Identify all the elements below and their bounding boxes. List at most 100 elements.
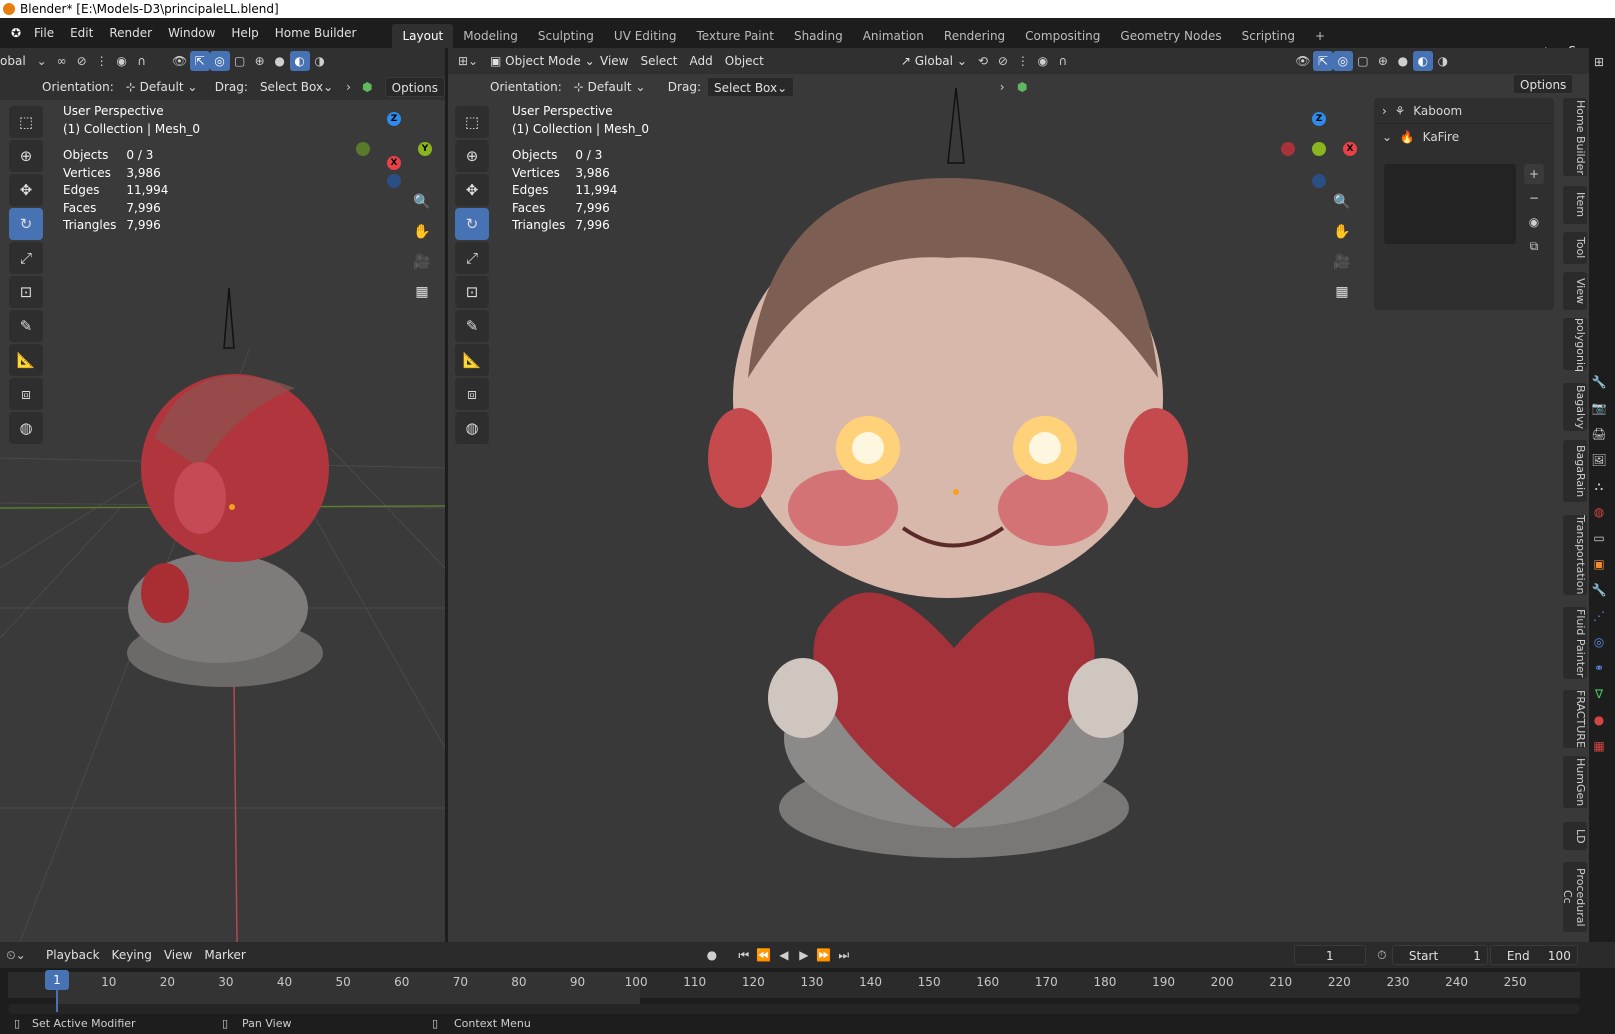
left-axis-gizmo[interactable]: X Y Z (350, 104, 440, 194)
timeline-menu-marker[interactable]: Marker (198, 945, 251, 965)
left-falloff-icon[interactable]: ∩ (132, 51, 152, 71)
particles-icon[interactable]: ⋰ (1589, 606, 1609, 626)
left-wireframe-shading-icon[interactable]: ⊕ (250, 51, 270, 71)
tab-scripting[interactable]: Scripting (1232, 24, 1305, 48)
remove-item-icon[interactable]: − (1524, 188, 1544, 208)
pan-hand-icon[interactable]: ✋ (408, 218, 436, 246)
tab-animation[interactable]: Animation (853, 24, 934, 48)
play-reverse-icon[interactable]: ◀ (774, 945, 794, 965)
y-axis-icon[interactable] (1312, 142, 1326, 156)
rendered-shading-icon[interactable]: ◑ (1433, 51, 1453, 71)
menu-object[interactable]: Object (719, 51, 770, 71)
left-gizmo-icon[interactable]: ⇱ (189, 51, 210, 71)
solid-shading-icon[interactable]: ● (1393, 51, 1413, 71)
perspective-grid-icon[interactable]: ▦ (408, 278, 436, 306)
data-properties-icon[interactable]: ∇ (1589, 684, 1609, 704)
view-layer-icon[interactable]: 🖼 (1589, 450, 1609, 470)
x-axis-icon[interactable]: X (1343, 142, 1357, 156)
left-pivot-icon[interactable]: ⌄ (32, 51, 52, 71)
kafire-list[interactable] (1384, 164, 1516, 244)
tab-modeling[interactable]: Modeling (453, 24, 528, 48)
cursor-tool-icon[interactable]: ⊕ (9, 140, 43, 172)
wireframe-shading-icon[interactable]: ⊕ (1373, 51, 1393, 71)
jump-end-icon[interactable]: ⏭ (834, 945, 854, 965)
right-chevron-right-icon[interactable]: › (992, 77, 1012, 97)
scale-tool-icon[interactable]: ⤢ (455, 242, 489, 274)
render-properties-icon[interactable]: 📷 (1589, 398, 1609, 418)
left-drag-dropdown[interactable]: Select Box⌄ (254, 77, 339, 97)
visibility-icon[interactable]: 👁 (1293, 51, 1313, 71)
move-tool-icon[interactable]: ✥ (9, 174, 43, 206)
add-cube-tool-icon[interactable]: ⧈ (9, 378, 43, 410)
playhead[interactable]: 1 (45, 970, 69, 990)
rotate-tool-icon[interactable]: ↻ (9, 208, 43, 240)
sidebar-tab-home-builder[interactable]: Home Builder (1563, 98, 1587, 176)
snap-icon[interactable]: ⊘ (993, 51, 1013, 71)
jump-start-icon[interactable]: ⏮ (734, 945, 754, 965)
measure-tool-icon[interactable]: 📐 (9, 344, 43, 376)
tool-properties-icon[interactable]: 🔧 (1589, 372, 1609, 392)
sidebar-tab-fluid-painter[interactable]: Fluid Painter (1563, 607, 1587, 679)
object-properties-icon[interactable]: ▣ (1589, 554, 1609, 574)
sidebar-tab-polygoniq[interactable]: polygoniq (1563, 318, 1587, 372)
sidebar-tab-bagalvy[interactable]: Bagalvy (1563, 383, 1587, 431)
xray-icon[interactable]: ▢ (1353, 51, 1373, 71)
menu-view[interactable]: View (594, 51, 634, 71)
menu-add[interactable]: Add (684, 51, 719, 71)
scene-properties-icon[interactable]: ⛬ (1589, 476, 1609, 496)
right-viewport[interactable]: ⊞⌄ ▣ Object Mode ⌄ View Select Add Objec… (448, 48, 1615, 942)
z-axis-icon[interactable]: Z (387, 112, 401, 126)
add-item-icon[interactable]: + (1524, 164, 1544, 184)
falloff-icon[interactable]: ∩ (1053, 51, 1073, 71)
object-mode-dropdown[interactable]: ▣ Object Mode ⌄ (484, 51, 595, 71)
gizmo-toggle-icon[interactable]: ⇱ (1312, 51, 1333, 71)
tab-shading[interactable]: Shading (784, 24, 853, 48)
left-rendered-shading-icon[interactable]: ◑ (310, 51, 330, 71)
left-proportional-icon[interactable]: ◉ (112, 51, 132, 71)
transform-orientation-dropdown[interactable]: ↗ Global ⌄ (895, 51, 973, 71)
zoom-icon[interactable]: 🔍 (408, 188, 436, 216)
neg-y-axis-icon[interactable] (356, 142, 370, 156)
blender-menu-icon[interactable]: ✪ (6, 23, 26, 43)
left-material-shading-icon[interactable]: ◐ (289, 51, 310, 71)
scale-tool-icon[interactable]: ⤢ (9, 242, 43, 274)
material-properties-icon[interactable]: ● (1589, 710, 1609, 730)
tab-compositing[interactable]: Compositing (1015, 24, 1110, 48)
timeline-menu-playback[interactable]: Playback (40, 945, 106, 965)
neg-z-axis-icon[interactable] (1312, 174, 1326, 188)
end-frame-field[interactable]: End 100 (1489, 945, 1578, 965)
left-solid-shading-icon[interactable]: ● (270, 51, 290, 71)
right-orientation-dropdown[interactable]: ⊹ Default ⌄ (568, 77, 662, 97)
timeline-menu-view[interactable]: View (158, 945, 198, 965)
camera-icon[interactable]: 🎥 (408, 248, 436, 276)
move-tool-icon[interactable]: ✥ (455, 174, 489, 206)
add-cube-tool-icon[interactable]: ⧈ (455, 378, 489, 410)
sidebar-tab-bagarain[interactable]: BagaRain (1563, 440, 1587, 502)
sidebar-tab-tool[interactable]: Tool (1563, 232, 1587, 264)
menu-help[interactable]: Help (223, 22, 266, 44)
select-box-tool-icon[interactable]: ⬚ (9, 106, 43, 138)
panel-kaboom[interactable]: › ⚘ Kaboom (1374, 98, 1554, 124)
x-axis-icon[interactable]: X (387, 156, 401, 170)
menu-file[interactable]: File (26, 22, 62, 44)
physics-icon[interactable]: ◎ (1589, 632, 1609, 652)
prev-keyframe-icon[interactable]: ⏪ (754, 945, 774, 965)
user-icon[interactable]: ◉ (1524, 212, 1544, 232)
tab-geometry-nodes[interactable]: Geometry Nodes (1110, 24, 1231, 48)
tab-uv-editing[interactable]: UV Editing (604, 24, 687, 48)
timeline-editor-type-icon[interactable]: ⏲⌄ (6, 945, 26, 965)
left-viewport[interactable]: obal ⌄ ∞ ⊘ ⋮ ◉ ∩ 👁 ⇱ ◎ ▢ ⊕ ● ◐ ◑ Orienta… (0, 48, 445, 942)
tab-layout[interactable]: Layout (392, 24, 454, 48)
zoom-icon[interactable]: 🔍 (1328, 188, 1356, 216)
menu-render[interactable]: Render (101, 22, 160, 44)
select-box-tool-icon[interactable]: ⬚ (455, 106, 489, 138)
proportional-edit-icon[interactable]: ◉ (1033, 51, 1053, 71)
left-snap-icon[interactable]: ⊘ (72, 51, 92, 71)
snap-target-icon[interactable]: ⋮ (1013, 51, 1033, 71)
modifier-properties-icon[interactable]: 🔧 (1589, 580, 1609, 600)
editor-type-icon[interactable]: ⊞⌄ (458, 51, 478, 71)
cursor-tool-icon[interactable]: ⊕ (455, 140, 489, 172)
left-snap-target-icon[interactable]: ⋮ (92, 51, 112, 71)
left-transform-dropdown[interactable]: obal (0, 51, 32, 71)
clock-icon[interactable]: ⏱ (1372, 945, 1392, 965)
